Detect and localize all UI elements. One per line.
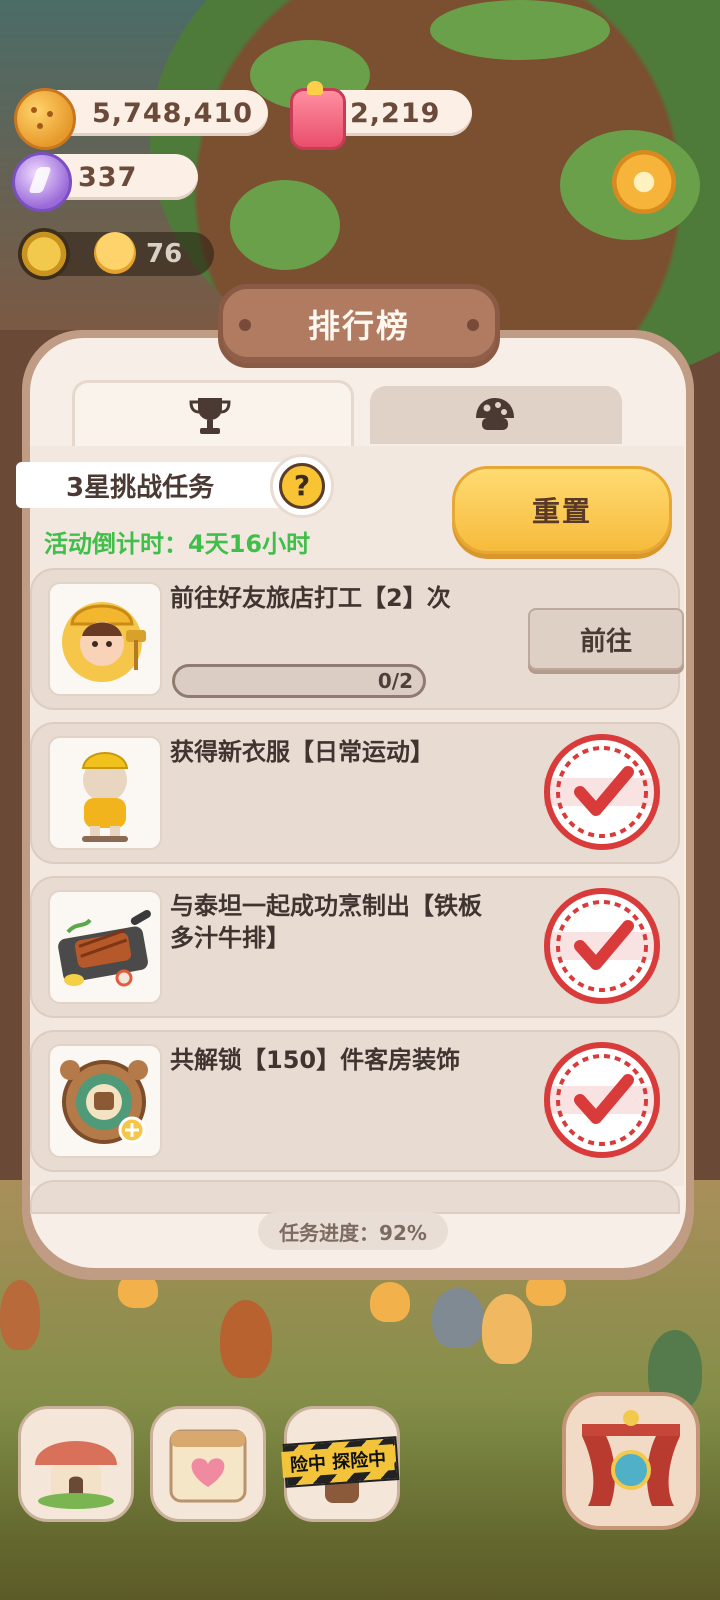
gem-icon — [12, 152, 72, 212]
calendar-heart-icon — [169, 1429, 247, 1503]
task-progress-summary: 任务进度：92% — [258, 1212, 448, 1250]
help-button[interactable]: ? — [270, 454, 334, 518]
settings-gear-button[interactable] — [612, 150, 676, 214]
cookie-icon — [14, 88, 76, 150]
outfit-icon — [81, 752, 129, 842]
task-card: 与泰坦一起成功烹制出【铁板多汁牛排】 — [30, 876, 680, 1018]
theater-stage-button[interactable] — [562, 1392, 700, 1530]
title-plate: 排行榜 — [218, 284, 500, 368]
chick-icon — [94, 232, 136, 274]
home-mushroom-button[interactable] — [18, 1406, 134, 1522]
event-countdown: 活动倒计时：4天16小时 — [44, 530, 311, 558]
task-thumbnail — [48, 890, 162, 1004]
completed-stamp-icon — [544, 734, 660, 850]
calendar-button[interactable] — [150, 1406, 266, 1522]
task-progress-text: 0/2 — [377, 669, 413, 693]
leaf-cluster — [230, 180, 340, 270]
mushroom-house-icon — [35, 1441, 117, 1509]
task-card: 获得新衣服【日常运动】 — [30, 722, 680, 864]
task-thumbnail — [48, 1044, 162, 1158]
task-card-partial — [30, 1180, 680, 1214]
task-thumbnail — [48, 736, 162, 850]
section-label-text: 3星挑战任务 — [66, 472, 215, 503]
gem-count: 337 — [78, 161, 138, 193]
room-decor-icon — [60, 1060, 148, 1144]
chick-character[interactable] — [370, 1282, 410, 1322]
task-title: 前往好友旅店打工【2】次 — [170, 584, 451, 612]
task-title: 共解锁【150】件客房装饰 — [170, 1046, 461, 1074]
worker-character-icon — [62, 602, 146, 682]
baker-character[interactable] — [482, 1294, 532, 1364]
gingerbread-character[interactable] — [220, 1300, 272, 1378]
task-title: 获得新衣服【日常运动】 — [170, 738, 434, 766]
cookie-count: 5,748,410 — [92, 97, 254, 129]
sun-icon — [18, 228, 70, 280]
task-thumbnail — [48, 582, 162, 696]
task-card: 共解锁【150】件客房装饰 — [30, 1030, 680, 1172]
theater-icon — [582, 1410, 680, 1506]
completed-stamp-icon — [544, 888, 660, 1004]
leaf-cluster — [430, 0, 610, 60]
reset-button[interactable]: 重置 — [452, 466, 672, 554]
candy-icon — [290, 81, 346, 150]
task-progress-bar: 0/2 — [172, 664, 426, 698]
modal-title: 排行榜 — [307, 307, 410, 345]
completed-stamp-icon — [544, 1042, 660, 1158]
task-card: 前往好友旅店打工【2】次 0/2 前往 — [30, 568, 684, 710]
candy-count: 2,219 — [350, 97, 441, 129]
cookie-icon — [476, 398, 514, 430]
question-icon: ? — [279, 463, 325, 509]
trophy-icon — [189, 398, 231, 434]
steak-icon — [58, 910, 151, 987]
gingerbread-character[interactable] — [0, 1280, 40, 1350]
bear-character[interactable] — [432, 1288, 484, 1348]
task-title: 与泰坦一起成功烹制出【铁板多汁牛排】 — [170, 892, 482, 952]
energy-count: 76 — [146, 239, 183, 269]
go-button[interactable]: 前往 — [528, 608, 684, 670]
